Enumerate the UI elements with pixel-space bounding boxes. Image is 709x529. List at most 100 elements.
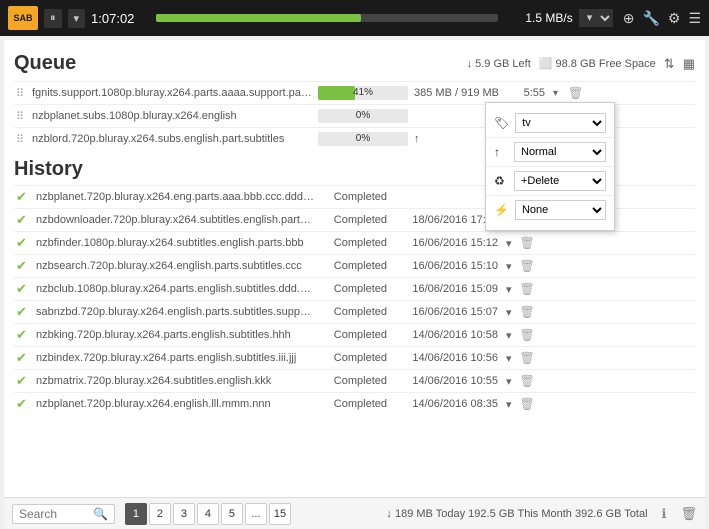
topbar-icons: ⊕ 🔧 ⚙ ☰ <box>623 10 701 27</box>
history-delete-button[interactable]: 🗑 <box>520 236 535 250</box>
history-status: Completed <box>322 191 387 203</box>
history-item-name: sabnzbd.720p.bluray.x264.english.parts.s… <box>36 306 316 318</box>
queue-header: Queue ↓ 5.9 GB Left ⬜ 98.8 GB Free Space… <box>14 52 695 75</box>
history-delete-button[interactable]: 🗑 <box>520 282 535 296</box>
history-dropdown-trigger[interactable]: ▾ <box>506 260 512 273</box>
history-date: 14/06/2016 10:55 <box>393 375 498 387</box>
history-check-icon: ✔ <box>16 327 30 343</box>
page-button-1[interactable]: 1 <box>125 503 147 525</box>
history-date: 16/06/2016 15:07 <box>393 306 498 318</box>
history-item-name: nzbplanet.720p.bluray.x264.english.lll.m… <box>36 398 316 410</box>
history-delete-button[interactable]: 🗑 <box>520 305 535 319</box>
config-icon[interactable]: 🔧 <box>642 10 659 27</box>
history-row: ✔ nzbking.720p.bluray.x264.parts.english… <box>14 323 695 346</box>
history-date: 16/06/2016 15:09 <box>393 283 498 295</box>
queue-item-name: fgnits.support.1080p.bluray.x264.parts.a… <box>32 87 312 99</box>
history-dropdown-trigger[interactable]: ▾ <box>506 375 512 388</box>
history-dropdown-trigger[interactable]: ▾ <box>506 398 512 411</box>
page-button-3[interactable]: 3 <box>173 503 195 525</box>
topbar-dropdown-button[interactable]: ▾ <box>68 9 86 28</box>
history-check-icon: ✔ <box>16 373 30 389</box>
history-row: ✔ nzbplanet.720p.bluray.x264.english.lll… <box>14 392 695 415</box>
history-item-name: nzbmatrix.720p.bluray.x264.subtitles.eng… <box>36 375 316 387</box>
footer-settings-icon[interactable]: 🗑 <box>680 506 697 522</box>
page-button-ellipsis: ... <box>245 503 267 525</box>
history-row: ✔ sabnzbd.720p.bluray.x264.english.parts… <box>14 300 695 323</box>
priority-select[interactable]: Normal Force High Low Paused <box>514 142 606 162</box>
history-check-icon: ✔ <box>16 212 30 228</box>
history-date: 14/06/2016 10:56 <box>393 352 498 364</box>
queue-row: ⠿ fgnits.support.1080p.bluray.x264.parts… <box>14 81 695 104</box>
queue-sort-icon[interactable]: ⇅ <box>664 56 675 72</box>
history-status: Completed <box>322 214 387 226</box>
drag-handle[interactable]: ⠿ <box>16 110 26 123</box>
history-status: Completed <box>322 375 387 387</box>
history-status: Completed <box>322 329 387 341</box>
history-check-icon: ✔ <box>16 281 30 297</box>
queue-progress-label: 41% <box>318 86 408 100</box>
history-status: Completed <box>322 398 387 410</box>
search-icon: 🔍 <box>93 507 108 521</box>
priority-icon: ↑ <box>494 145 508 159</box>
history-date: 14/06/2016 10:58 <box>393 329 498 341</box>
speed-limit-select[interactable]: ▾ <box>579 9 613 27</box>
queue-progress-wrap: 0% <box>318 132 408 146</box>
app-logo: SAB <box>8 6 38 30</box>
pagination: 1 2 3 4 5 ... 15 <box>125 503 291 525</box>
history-delete-button[interactable]: 🗑 <box>520 351 535 365</box>
history-dropdown-trigger[interactable]: ▾ <box>506 329 512 342</box>
drag-handle[interactable]: ⠿ <box>16 87 26 100</box>
history-status: Completed <box>322 237 387 249</box>
queue-item-dropdown: 🏷 tv movies audio other ↑ Normal Force H… <box>485 102 615 231</box>
queue-row-dropdown-trigger[interactable]: ▾ <box>553 88 558 99</box>
history-row: ✔ nzbsearch.720p.bluray.x264.english.par… <box>14 254 695 277</box>
page-button-5[interactable]: 5 <box>221 503 243 525</box>
queue-grid-icon[interactable]: ▦ <box>683 56 695 72</box>
main-area: Queue ↓ 5.9 GB Left ⬜ 98.8 GB Free Space… <box>4 40 705 525</box>
history-delete-button[interactable]: 🗑 <box>520 374 535 388</box>
history-delete-button[interactable]: 🗑 <box>520 259 535 273</box>
category-icon: 🏷 <box>494 116 509 130</box>
history-delete-button[interactable]: 🗑 <box>520 328 535 342</box>
queue-delete-button[interactable]: 🗑 <box>568 86 583 100</box>
gear-icon[interactable]: ⚙ <box>668 10 681 27</box>
postprocess-icon: ♻ <box>494 174 508 188</box>
topbar-progress-wrap <box>156 14 498 22</box>
history-row: ✔ nzbfinder.1080p.bluray.x264.subtitles.… <box>14 231 695 254</box>
history-check-icon: ✔ <box>16 189 30 205</box>
logo-text: SAB <box>13 13 32 23</box>
search-input[interactable] <box>19 507 89 521</box>
drag-handle[interactable]: ⠿ <box>16 133 26 146</box>
history-dropdown-trigger[interactable]: ▾ <box>506 306 512 319</box>
dropdown-priority-row: ↑ Normal Force High Low Paused <box>486 138 614 167</box>
footer-info-icon[interactable]: ℹ <box>662 506 667 522</box>
queue-space-left: ↓ 5.9 GB Left <box>467 58 531 70</box>
page-button-4[interactable]: 4 <box>197 503 219 525</box>
script-select[interactable]: None script1.py script2.py <box>515 200 606 220</box>
history-row: ✔ nzbindex.720p.bluray.x264.parts.englis… <box>14 346 695 369</box>
queue-progress-wrap: 41% <box>318 86 408 100</box>
category-select[interactable]: tv movies audio other <box>515 113 606 133</box>
history-row: ✔ nzbclub.1080p.bluray.x264.parts.englis… <box>14 277 695 300</box>
page-button-2[interactable]: 2 <box>149 503 171 525</box>
queue-size: 385 MB / 919 MB <box>414 87 499 99</box>
footer: 🔍 1 2 3 4 5 ... 15 ↓ 189 MB Today 192.5 … <box>4 497 705 529</box>
history-delete-button[interactable]: 🗑 <box>520 397 535 411</box>
add-icon[interactable]: ⊕ <box>623 10 635 27</box>
history-date: 16/06/2016 15:10 <box>393 260 498 272</box>
history-dropdown-trigger[interactable]: ▾ <box>506 237 512 250</box>
pause-button[interactable]: ⏸ <box>44 9 62 28</box>
topbar-timer: 1:07:02 <box>91 11 146 26</box>
history-item-name: nzbking.720p.bluray.x264.parts.english.s… <box>36 329 316 341</box>
page-button-15[interactable]: 15 <box>269 503 291 525</box>
postprocess-select[interactable]: +Delete None -Delete Download <box>514 171 606 191</box>
history-dropdown-trigger[interactable]: ▾ <box>506 352 512 365</box>
history-dropdown-trigger[interactable]: ▾ <box>506 283 512 296</box>
history-status: Completed <box>322 306 387 318</box>
queue-item-name: nzbplanet.subs.1080p.bluray.x264.english <box>32 110 312 122</box>
history-status: Completed <box>322 283 387 295</box>
history-check-icon: ✔ <box>16 350 30 366</box>
history-item-name: nzbplanet.720p.bluray.x264.eng.parts.aaa… <box>36 191 316 203</box>
menu-icon[interactable]: ☰ <box>688 10 701 27</box>
history-date: 14/06/2016 08:35 <box>393 398 498 410</box>
